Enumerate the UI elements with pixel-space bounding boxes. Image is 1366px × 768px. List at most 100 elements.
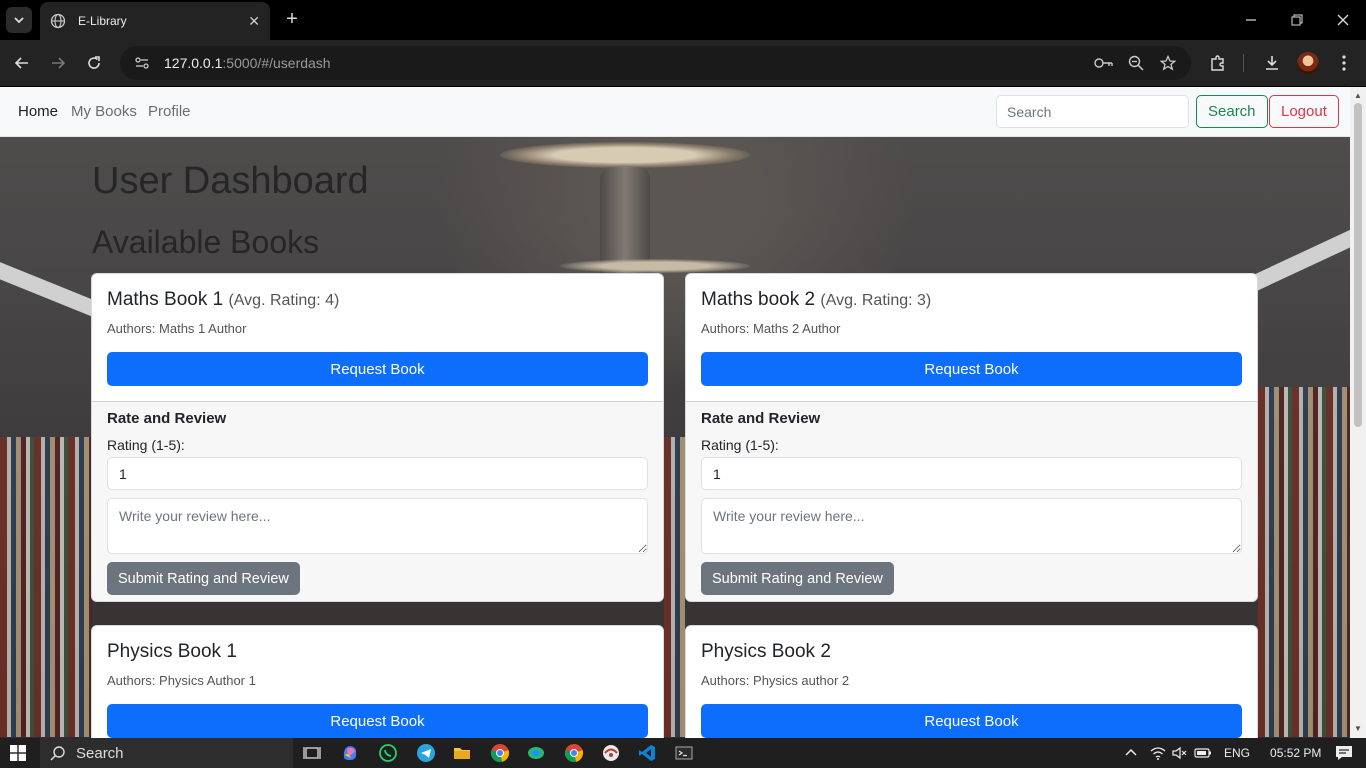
reload-icon — [88, 56, 100, 69]
browser-tab-bar: E-Library ✕ + — [0, 0, 1366, 40]
search-icon — [50, 746, 65, 761]
task-view-icon[interactable] — [302, 743, 322, 763]
nav-my-books-link[interactable]: My Books — [71, 103, 137, 120]
copilot-icon[interactable] — [340, 743, 360, 763]
bookshelf-decoration — [664, 437, 685, 737]
scrollbar-thumb[interactable] — [1354, 103, 1362, 427]
download-icon — [1266, 56, 1278, 70]
page-viewport: Home My Books Profile Search Logout User… — [0, 87, 1366, 738]
book-title: Maths book 2 (Avg. Rating: 3) — [701, 289, 1242, 311]
chrome-profile-icon[interactable] — [564, 743, 584, 763]
arrow-left-icon — [14, 57, 28, 69]
book-card-body: Physics Book 1 Authors: Physics Author 1… — [92, 626, 663, 738]
game-app-icon[interactable] — [601, 743, 621, 763]
toolbar-divider — [1243, 54, 1244, 72]
new-tab-button[interactable]: + — [280, 8, 304, 32]
request-book-button[interactable]: Request Book — [701, 704, 1242, 738]
back-button[interactable] — [8, 49, 36, 77]
photos-icon[interactable] — [526, 743, 546, 763]
chrome-icon[interactable] — [490, 743, 510, 763]
password-key-icon[interactable] — [1094, 53, 1114, 73]
book-card-body: Physics Book 2 Authors: Physics author 2… — [686, 626, 1257, 738]
bookmark-star-icon[interactable] — [1158, 53, 1178, 73]
zoom-icon[interactable] — [1126, 53, 1146, 73]
nav-profile-link[interactable]: Profile — [148, 103, 191, 120]
reload-button[interactable] — [80, 49, 108, 77]
submit-review-button[interactable]: Submit Rating and Review — [701, 562, 894, 595]
book-title: Physics Book 2 — [701, 641, 831, 662]
book-card: Maths book 2 (Avg. Rating: 3) Authors: M… — [685, 273, 1258, 602]
page-title: User Dashboard — [92, 160, 369, 202]
browser-tab[interactable]: E-Library ✕ — [40, 2, 270, 40]
submit-review-button[interactable]: Submit Rating and Review — [107, 562, 300, 595]
book-title-text: Maths book 2 — [701, 289, 816, 310]
review-textarea[interactable] — [107, 498, 648, 554]
rating-label: Rating (1-5): — [701, 437, 779, 453]
vscode-icon[interactable] — [637, 743, 657, 763]
extensions-button[interactable] — [1204, 49, 1232, 77]
tab-search-button[interactable] — [6, 7, 32, 33]
search-button[interactable]: Search — [1196, 95, 1268, 128]
rate-review-section: Rate and Review Rating (1-5): Submit Rat… — [686, 401, 1257, 601]
taskbar-search[interactable]: Search — [40, 738, 293, 768]
avg-rating: (Avg. Rating: 4) — [228, 292, 340, 309]
scroll-down-arrow-icon[interactable]: ▼ — [1350, 722, 1366, 736]
chevron-down-icon — [14, 17, 24, 24]
file-explorer-icon[interactable] — [452, 743, 472, 763]
library-background: User Dashboard Available Books Maths Boo… — [0, 137, 1350, 738]
ceiling-light-decoration — [1243, 216, 1350, 294]
close-icon — [1337, 14, 1349, 26]
rating-input[interactable] — [701, 457, 1242, 490]
scroll-up-arrow-icon[interactable]: ▲ — [1350, 89, 1366, 103]
browser-menu-button[interactable] — [1330, 49, 1358, 77]
puzzle-icon — [1211, 55, 1224, 71]
ceiling-lamp-decoration — [500, 142, 750, 168]
review-textarea[interactable] — [701, 498, 1242, 554]
notifications-icon[interactable] — [1335, 745, 1353, 761]
language-indicator[interactable]: ENG — [1224, 746, 1250, 760]
close-window-button[interactable] — [1320, 0, 1366, 40]
windows-start-icon[interactable] — [10, 745, 26, 761]
profile-avatar[interactable] — [1297, 52, 1319, 74]
book-title: Physics Book 1 — [107, 641, 237, 662]
rate-review-heading: Rate and Review — [701, 410, 821, 427]
chevron-up-icon[interactable] — [1124, 746, 1138, 760]
terminal-icon[interactable] — [674, 743, 694, 763]
book-card: Maths Book 1 (Avg. Rating: 4) Authors: M… — [91, 273, 664, 602]
restore-button[interactable] — [1274, 0, 1320, 40]
restore-icon — [1291, 14, 1303, 26]
request-book-button[interactable]: Request Book — [107, 704, 648, 738]
rating-input[interactable] — [107, 457, 648, 490]
page-scrollbar[interactable]: ▲ ▼ — [1350, 87, 1366, 738]
browser-toolbar: 127.0.0.1:5000/#/userdash — [0, 40, 1366, 86]
book-card-body: Maths Book 1 (Avg. Rating: 4) Authors: M… — [92, 274, 663, 401]
arrow-right-icon — [52, 57, 66, 69]
minimize-icon — [1246, 19, 1256, 21]
minimize-button[interactable] — [1228, 0, 1274, 40]
telegram-icon[interactable] — [416, 743, 436, 763]
lamp-ring-decoration — [560, 259, 750, 273]
downloads-button[interactable] — [1258, 49, 1286, 77]
book-authors: Authors: Physics Author 1 — [107, 673, 256, 688]
taskbar-clock[interactable]: 05:52 PM — [1270, 746, 1321, 760]
site-info-icon[interactable] — [134, 55, 150, 71]
close-tab-icon[interactable]: ✕ — [248, 13, 260, 30]
logout-button[interactable]: Logout — [1269, 95, 1339, 128]
address-bar[interactable]: 127.0.0.1:5000/#/userdash — [120, 46, 1191, 80]
volume-muted-icon[interactable] — [1172, 746, 1188, 760]
request-book-button[interactable]: Request Book — [107, 352, 648, 386]
bookshelf-decoration — [0, 437, 92, 737]
battery-icon[interactable] — [1194, 747, 1212, 759]
search-input[interactable] — [996, 95, 1189, 128]
avg-rating: (Avg. Rating: 3) — [820, 292, 932, 309]
globe-icon — [50, 13, 66, 29]
whatsapp-icon[interactable] — [378, 743, 398, 763]
wifi-icon[interactable] — [1150, 746, 1166, 760]
site-navbar: Home My Books Profile Search Logout — [0, 87, 1350, 137]
forward-button[interactable] — [44, 49, 72, 77]
taskbar-search-label: Search — [76, 744, 124, 762]
book-card: Physics Book 1 Authors: Physics Author 1… — [91, 625, 664, 738]
nav-home-link[interactable]: Home — [18, 103, 58, 120]
book-card-body: Maths book 2 (Avg. Rating: 3) Authors: M… — [686, 274, 1257, 401]
request-book-button[interactable]: Request Book — [701, 352, 1242, 386]
